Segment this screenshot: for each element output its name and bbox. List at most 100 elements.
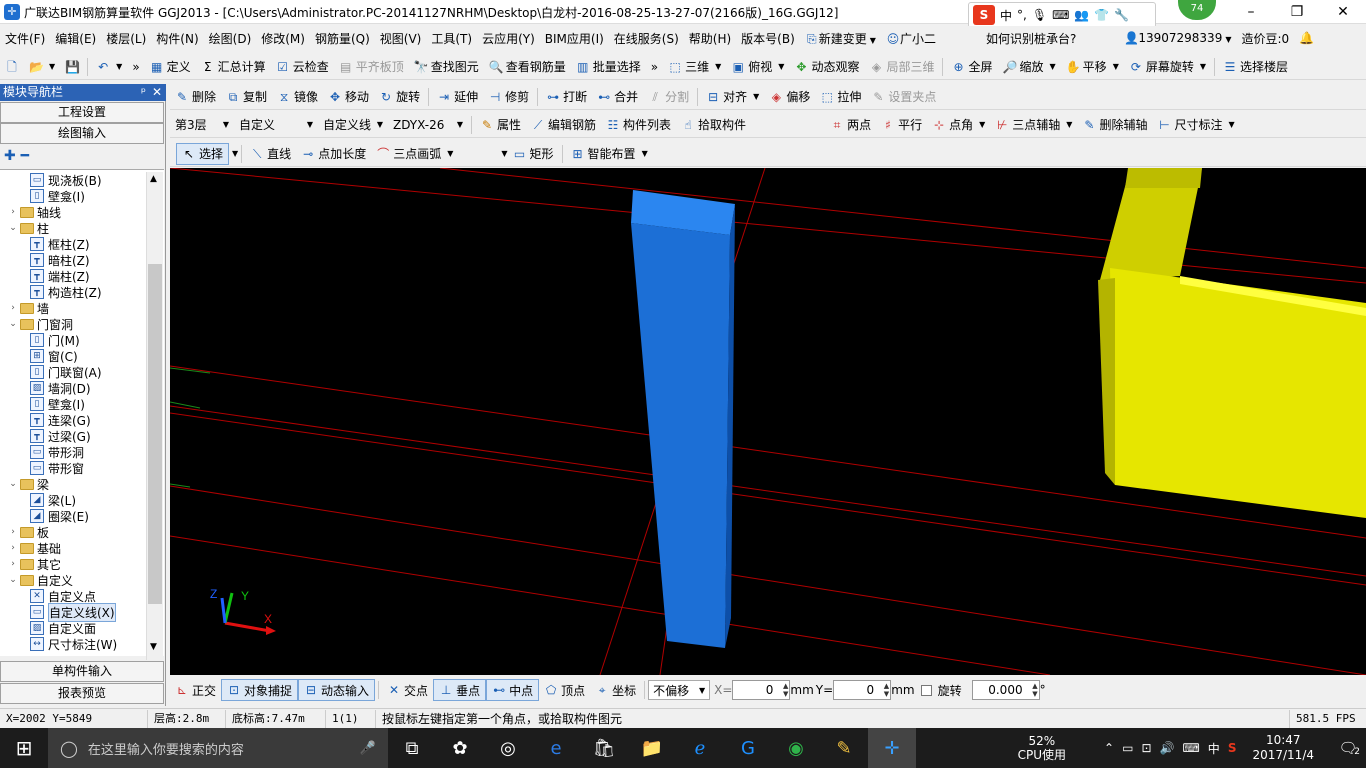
parallel-axis-button[interactable]: ♯ 平行 [876, 114, 927, 136]
lang-indicator[interactable]: 中 [1208, 740, 1220, 757]
tree-folder[interactable]: › 轴线 [8, 204, 61, 220]
rotate-checkbox[interactable] [920, 684, 932, 696]
battery-icon[interactable]: ▭ [1122, 741, 1133, 755]
cloudcheck-button[interactable]: ☑ 云检查 [271, 56, 334, 78]
coord-button[interactable]: ⌖ 坐标 [590, 679, 641, 701]
mirror-button[interactable]: ⧖ 镜像 [272, 86, 323, 108]
ime-punct[interactable]: °, [1017, 8, 1027, 22]
green-browser-icon[interactable]: ◉ [772, 728, 820, 768]
delete-axis-button[interactable]: ✎ 删除辅轴 [1077, 114, 1152, 136]
tree-item[interactable]: ▭ 带形洞 [30, 444, 84, 460]
tree-item[interactable]: ▯ 门(M) [30, 332, 80, 348]
task-view-icon[interactable]: ⧉ [388, 728, 436, 768]
sogou-tray-icon[interactable]: S [1228, 741, 1237, 755]
findelem-button[interactable]: 🔭 查找图元 [409, 56, 484, 78]
tree-folder[interactable]: ⌄ 梁 [8, 476, 49, 492]
y-input[interactable]: 0 ▲ ▼ [833, 680, 892, 700]
tree-item[interactable]: ▯ 门联窗(A) [30, 364, 102, 380]
scrollbar-thumb[interactable] [148, 264, 162, 604]
menu-file[interactable]: 文件(F) [0, 30, 50, 47]
keyboard-tray-icon[interactable]: ⌨ [1182, 741, 1199, 755]
cost-beans[interactable]: 造价豆:0 [1236, 30, 1294, 47]
menu-newchange[interactable]: ⎘ 新建变更 ▼ [800, 30, 881, 47]
dimension-button[interactable]: ⊢ 尺寸标注 ▼ [1152, 114, 1239, 136]
tree-folder[interactable]: ⌄ 自定义 [8, 572, 73, 588]
properties-button[interactable]: ✎ 属性 [475, 114, 526, 136]
perp-button[interactable]: ⊥ 垂点 [433, 679, 487, 701]
collapse-icon[interactable]: ⌄ [8, 575, 18, 585]
line-button[interactable]: ⟍ 直线 [245, 143, 296, 165]
more-button-2[interactable]: » [646, 56, 663, 78]
tree-folder[interactable]: › 墙 [8, 300, 49, 316]
tree-item[interactable]: ┳ 构造柱(Z) [30, 284, 102, 300]
select-button[interactable]: ↖ 选择 [176, 142, 230, 165]
tree-item[interactable]: ◢ 圈梁(E) [30, 508, 89, 524]
tree-item[interactable]: ▭ 现浇板(B) [30, 172, 102, 188]
midpoint-button[interactable]: ⊷ 中点 [486, 679, 540, 701]
sum-button[interactable]: Σ 汇总计算 [196, 56, 271, 78]
element-name-select[interactable]: ZDYX-26 ▼ [388, 115, 468, 135]
drawing-viewport[interactable]: X Y Z [170, 168, 1366, 675]
start-button[interactable]: ⊞ [0, 728, 48, 768]
topview-button[interactable]: ▣ 俯视 ▼ [726, 56, 789, 78]
tree-item[interactable]: ▭ 自定义线(X) [30, 602, 116, 622]
move-button[interactable]: ✥ 移动 [323, 86, 374, 108]
save-button[interactable]: 💾 [60, 56, 84, 78]
bell-icon[interactable]: 🔔 [1294, 31, 1319, 45]
define-button[interactable]: ▦ 定义 [145, 56, 196, 78]
fan-app-icon[interactable]: ✿ [436, 728, 484, 768]
menu-tools[interactable]: 工具(T) [426, 30, 477, 47]
report-preview-button[interactable]: 报表预览 [0, 683, 164, 704]
rect-button[interactable]: ▭ 矩形 [508, 143, 559, 165]
offset-mode-select[interactable]: 不偏移 ▼ [648, 680, 711, 700]
menu-view[interactable]: 视图(V) [375, 30, 427, 47]
flatboard-button[interactable]: ▤ 平齐板顶 [334, 56, 409, 78]
pan-button[interactable]: ✋ 平移 ▼ [1061, 56, 1124, 78]
split-button[interactable]: ⫽ 分割 [643, 86, 694, 108]
tree-item[interactable]: ┳ 暗柱(Z) [30, 252, 90, 268]
wrench-icon[interactable]: 🔧 [1114, 8, 1129, 22]
pin-icon[interactable]: ᵖ [141, 84, 146, 101]
expand-collapse-icons[interactable]: ✚ ━ [4, 148, 29, 164]
menu-rebar[interactable]: 钢筋量(Q) [310, 30, 375, 47]
clock[interactable]: 10:47 2017/11/4 [1252, 733, 1314, 763]
close-button[interactable]: ✕ [1320, 0, 1366, 24]
tree-item[interactable]: ▨ 自定义面 [30, 620, 96, 636]
x-input[interactable]: 0 ▲ ▼ [732, 680, 791, 700]
undo-button[interactable]: ↶ ▼ [91, 56, 127, 78]
keyboard-icon[interactable]: ⌨ [1052, 8, 1069, 22]
expand-icon[interactable]: › [8, 207, 18, 217]
pointangle-axis-button[interactable]: ⊹ 点角 ▼ [927, 114, 990, 136]
mic-icon[interactable]: 🎤 [360, 741, 376, 756]
tree-item[interactable]: ↔ 尺寸标注(W) [30, 636, 117, 652]
tree-item[interactable]: ◢ 梁(L) [30, 492, 76, 508]
tree-item[interactable]: ┳ 过梁(G) [30, 428, 91, 444]
maximize-button[interactable]: ❐ [1274, 0, 1320, 24]
tree-folder[interactable]: › 其它 [8, 556, 61, 572]
viewport-canvas[interactable]: X Y Z [170, 168, 1366, 675]
dynamic-input-button[interactable]: ⊟ 动态输入 [298, 679, 376, 701]
user-account[interactable]: 👤13907298339 ▼ [1119, 31, 1236, 45]
menu-assistant[interactable]: ☺广小二 [881, 30, 941, 47]
tree-item[interactable]: ┳ 连梁(G) [30, 412, 91, 428]
open-button[interactable]: 📂 ▼ [24, 56, 60, 78]
menu-bim[interactable]: BIM应用(I) [540, 30, 609, 47]
fullscreen-button[interactable]: ⊕ 全屏 [946, 56, 997, 78]
tree-item[interactable]: ┳ 端柱(Z) [30, 268, 90, 284]
taskbar-search[interactable]: ◯ 在这里输入你要搜索的内容 🎤 [48, 728, 388, 768]
rotate-input[interactable]: 0.000 ▲ ▼ [971, 680, 1040, 700]
mic-icon[interactable]: 🎙 [1032, 8, 1047, 22]
menu-online[interactable]: 在线服务(S) [609, 30, 684, 47]
rotate-button[interactable]: ↻ 旋转 [374, 86, 425, 108]
skin-icon[interactable]: 👕 [1094, 8, 1109, 22]
menu-element[interactable]: 构件(N) [151, 30, 203, 47]
cpu-meter[interactable]: 52% CPU使用 [1018, 734, 1066, 762]
ortho-button[interactable]: ⊾ 正交 [170, 679, 221, 701]
network-icon[interactable]: ⊡ [1141, 741, 1151, 755]
drawing-input-button[interactable]: 绘图输入 [0, 123, 164, 144]
pick-element-button[interactable]: ☝ 拾取构件 [676, 114, 751, 136]
notes-icon[interactable]: ✎ [820, 728, 868, 768]
dynamic-button[interactable]: ✥ 动态观察 [789, 56, 864, 78]
floor-select[interactable]: 第3层 ▼ [170, 115, 234, 135]
type-select[interactable]: 自定义 ▼ [234, 115, 318, 135]
